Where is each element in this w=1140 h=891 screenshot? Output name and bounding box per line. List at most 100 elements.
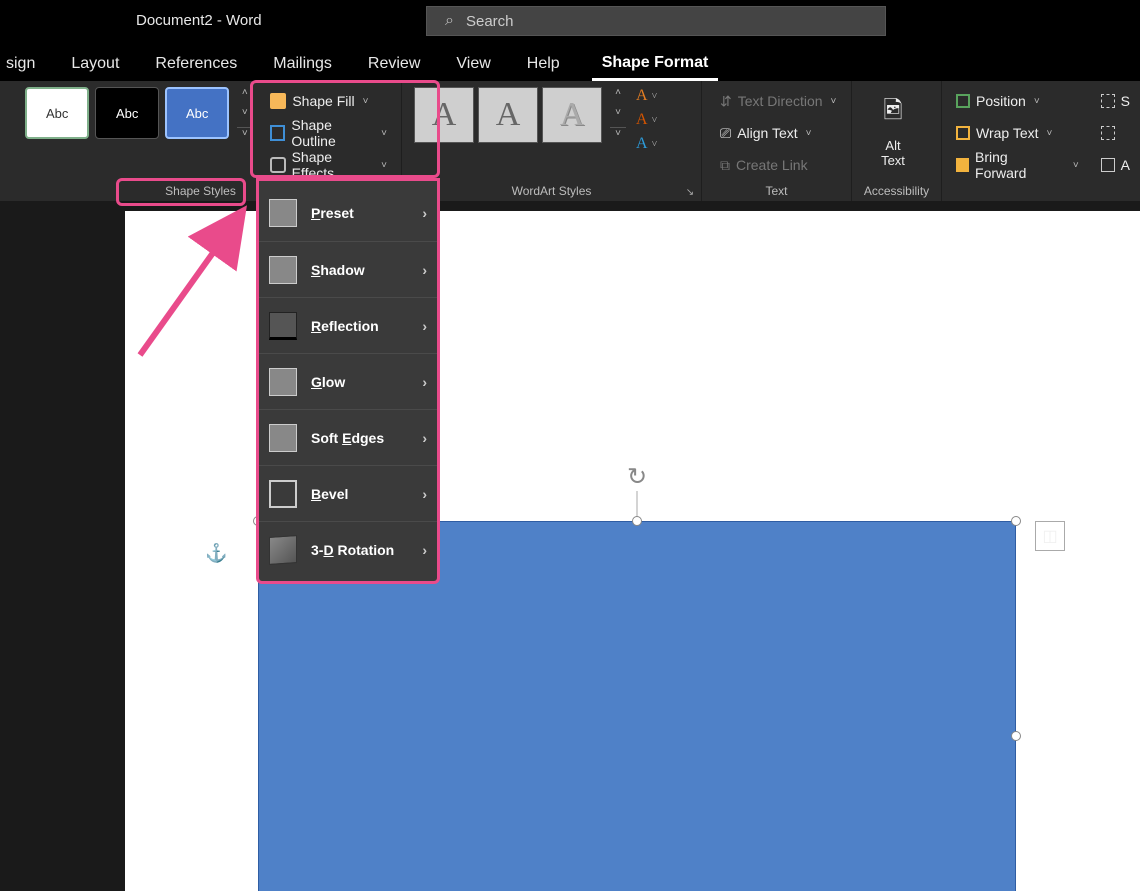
text-effects-button[interactable]: A˅ xyxy=(636,135,657,153)
create-link-label: Create Link xyxy=(736,157,808,173)
chevron-right-icon: › xyxy=(422,318,427,334)
shape-style-1[interactable]: Abc xyxy=(25,87,89,139)
effect-thumb-icon xyxy=(269,480,297,508)
styles-more-icon[interactable]: ˅ xyxy=(237,127,252,141)
shape-outline-label: Shape Outline xyxy=(291,117,373,149)
effects-bevel[interactable]: Bevel› xyxy=(259,465,437,521)
wordart-style-1[interactable]: A xyxy=(414,87,474,143)
align-text-label: Align Text xyxy=(737,125,797,141)
effects-glow[interactable]: Glow› xyxy=(259,353,437,409)
alt-text-label1: Alt xyxy=(885,138,900,153)
tab-references[interactable]: References xyxy=(145,47,247,81)
text-direction-icon: ⇵ xyxy=(720,93,732,110)
wordart-style-2[interactable]: A xyxy=(478,87,538,143)
text-outline-button[interactable]: A˅ xyxy=(636,111,657,129)
chevron-right-icon: › xyxy=(422,205,427,221)
effects--d-rotation[interactable]: 3-D Rotation › xyxy=(259,521,437,577)
shape-outline-button[interactable]: Shape Outline ˅ xyxy=(262,119,395,147)
link-icon: ⧉ xyxy=(720,157,730,174)
shape-effects-label: Shape Effects xyxy=(292,149,374,181)
position-button[interactable]: Position˅ xyxy=(948,87,1087,115)
tab-layout[interactable]: Layout xyxy=(61,47,129,81)
effect-label: Reflection xyxy=(311,318,379,334)
tab-review[interactable]: Review xyxy=(358,47,430,81)
shape-effects-menu: Preset›Shadow›Reflection›Glow›Soft Edges… xyxy=(256,178,440,584)
selection-pane-button[interactable]: S xyxy=(1097,87,1134,115)
resize-handle[interactable] xyxy=(1011,516,1021,526)
document-title: Document2 - Word xyxy=(136,12,262,29)
rotation-connector xyxy=(637,491,638,519)
effects-soft-edges[interactable]: Soft Edges › xyxy=(259,409,437,465)
wrap-text-button[interactable]: Wrap Text˅ xyxy=(948,119,1087,147)
tab-view[interactable]: View xyxy=(446,47,500,81)
bring-forward-icon xyxy=(956,158,969,172)
layout-options-button[interactable]: ◫ xyxy=(1035,521,1065,551)
align-button[interactable]: A xyxy=(1097,151,1134,179)
effect-label: 3-D Rotation xyxy=(311,542,394,558)
shape-style-2[interactable]: Abc xyxy=(95,87,159,139)
align-label: A xyxy=(1121,157,1130,173)
tab-help[interactable]: Help xyxy=(517,47,570,81)
position-icon xyxy=(956,94,970,108)
shape-effects-button[interactable]: Shape Effects ˅ xyxy=(262,151,395,179)
alt-text-label2: Text xyxy=(881,153,905,168)
accessibility-group-label: Accessibility xyxy=(858,181,935,201)
wordart-group-label: WordArt Styles xyxy=(408,181,695,201)
text-direction-button: ⇵ Text Direction ˅ xyxy=(712,87,844,115)
selection-pane-label: S xyxy=(1121,93,1130,109)
bring-forward-button[interactable]: Bring Forward ˅ xyxy=(948,151,1087,179)
effect-label: Soft Edges xyxy=(311,430,384,446)
wordart-style-3[interactable]: A xyxy=(542,87,602,143)
effect-thumb-icon xyxy=(269,535,297,565)
effect-label: Bevel xyxy=(311,486,348,502)
effects-preset[interactable]: Preset › xyxy=(259,185,437,241)
alt-text-button[interactable]: 🖻 Alt Text xyxy=(858,87,928,173)
wrap-text-label: Wrap Text xyxy=(976,125,1039,141)
send-backward-icon xyxy=(1101,126,1115,140)
styles-down-icon[interactable]: ˅ xyxy=(237,107,252,121)
arrange-group-label xyxy=(948,181,1134,201)
text-direction-label: Text Direction xyxy=(738,93,823,109)
tab-mailings[interactable]: Mailings xyxy=(263,47,342,81)
chevron-right-icon: › xyxy=(422,262,427,278)
create-link-button: ⧉ Create Link xyxy=(712,151,844,179)
shape-style-3[interactable]: Abc xyxy=(165,87,229,139)
chevron-down-icon: ˅ xyxy=(363,96,369,107)
text-group-label: Text xyxy=(708,181,845,201)
tab-shape-format[interactable]: Shape Format xyxy=(592,47,719,81)
search-placeholder: Search xyxy=(466,13,514,30)
chevron-right-icon: › xyxy=(422,430,427,446)
styles-up-icon[interactable]: ˄ xyxy=(237,87,252,101)
effect-label: Shadow xyxy=(311,262,365,278)
anchor-icon: ⚓ xyxy=(205,543,227,564)
wrap-text-icon xyxy=(956,126,970,140)
bring-forward-label: Bring Forward xyxy=(975,149,1057,181)
align-text-button[interactable]: ⎚ Align Text ˅ xyxy=(712,119,844,147)
shape-fill-button[interactable]: Shape Fill ˅ xyxy=(262,87,395,115)
chevron-down-icon: ˅ xyxy=(381,160,387,171)
wordart-launcher-icon[interactable]: ↘ xyxy=(683,185,697,199)
effects-reflection[interactable]: Reflection › xyxy=(259,297,437,353)
document-area: ⚓ ↻ ◫ xyxy=(0,201,1140,891)
effect-thumb-icon xyxy=(269,368,297,396)
search-box[interactable]: ⌕ Search xyxy=(426,6,886,36)
text-fill-button[interactable]: A˅ xyxy=(636,87,657,105)
effect-thumb-icon xyxy=(269,424,297,452)
wordart-down-icon[interactable]: ˅ xyxy=(610,107,626,121)
position-label: Position xyxy=(976,93,1026,109)
effect-thumb-icon xyxy=(269,256,297,284)
wordart-up-icon[interactable]: ˄ xyxy=(610,87,626,101)
bucket-icon xyxy=(270,93,286,109)
wordart-more-icon[interactable]: ˅ xyxy=(610,127,626,141)
chevron-right-icon: › xyxy=(422,542,427,558)
effect-label: Preset xyxy=(311,205,354,221)
tab-design[interactable]: sign xyxy=(0,47,45,81)
align-text-icon: ⎚ xyxy=(720,125,731,142)
chevron-right-icon: › xyxy=(422,374,427,390)
effects-shadow[interactable]: Shadow › xyxy=(259,241,437,297)
resize-handle[interactable] xyxy=(1011,731,1021,741)
rotation-handle-icon[interactable]: ↻ xyxy=(627,463,647,492)
send-backward-button[interactable] xyxy=(1097,119,1134,147)
alt-text-icon: 🖻 xyxy=(883,93,902,134)
resize-handle[interactable] xyxy=(632,516,642,526)
